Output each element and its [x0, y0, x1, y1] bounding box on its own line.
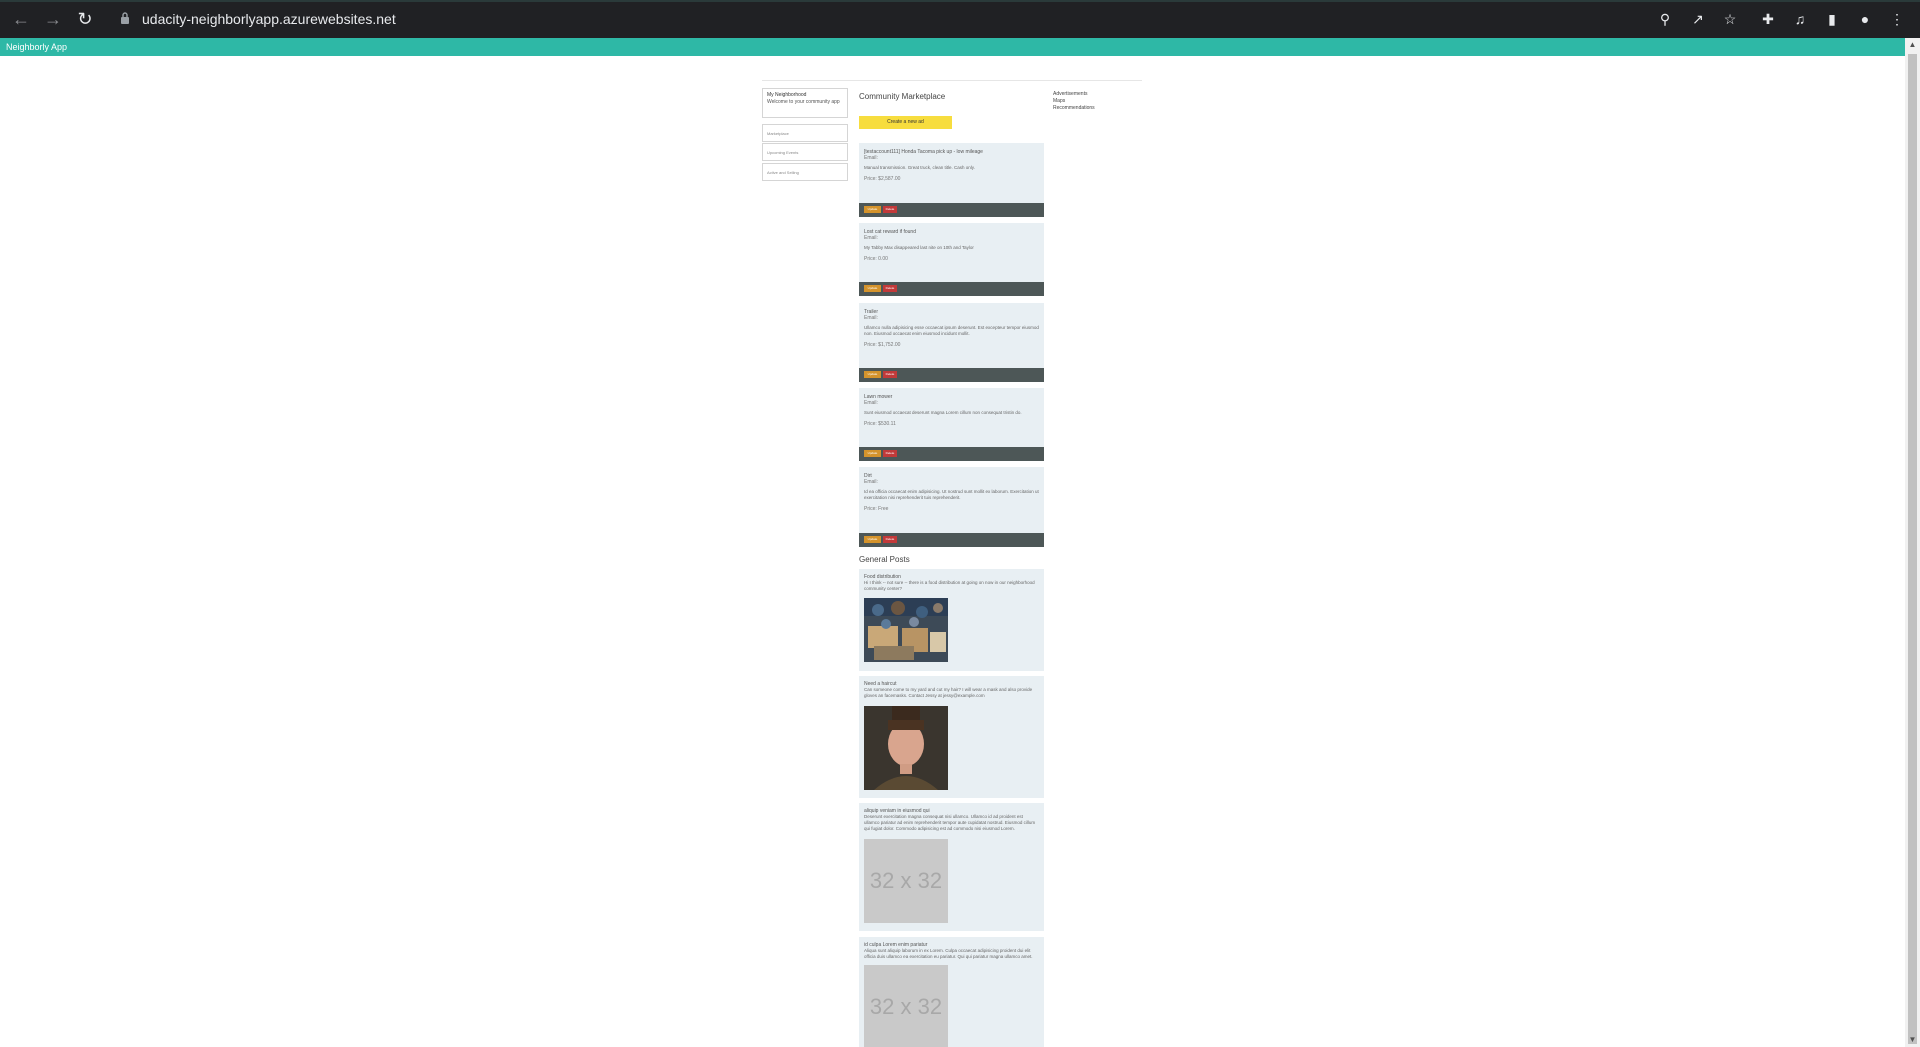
ad-price: Price: 0.00 — [864, 256, 888, 262]
ad-card: Lost cat reward if found Email: My Tabby… — [859, 223, 1044, 282]
page-content: My Neighborhood Welcome to your communit… — [0, 56, 1905, 1047]
main-column: Community Marketplace Create a new ad [t… — [859, 92, 1044, 1047]
back-icon[interactable]: ← — [10, 8, 32, 30]
delete-button[interactable]: Delete — [883, 206, 897, 213]
marketplace-title: Community Marketplace — [859, 92, 946, 101]
placeholder-image: 32 x 32 — [864, 839, 948, 923]
app-header: Neighborly App — [0, 38, 1905, 56]
ad-actions: Update Delete — [859, 282, 1044, 296]
lock-icon[interactable] — [120, 12, 130, 24]
side-panel-icon[interactable]: ▮ — [1822, 9, 1842, 29]
browser-top-edge — [0, 0, 1920, 2]
ad-card: Lawn mower Email: Sunt eiusmod occaecat … — [859, 388, 1044, 447]
ad-card: [testaccount111] Honda Tacoma pick up - … — [859, 143, 1044, 203]
scroll-down-icon[interactable]: ▼ — [1908, 1035, 1917, 1045]
star-icon[interactable]: ☆ — [1720, 9, 1740, 29]
sidebar-link-active-selling[interactable]: Active and Selling — [762, 163, 848, 181]
post-card: Food distribution Hi I think -- not sure… — [859, 569, 1044, 671]
update-button[interactable]: Update — [864, 285, 881, 292]
delete-button[interactable]: Delete — [883, 371, 897, 378]
ad-description: Sunt eiusmod occaecat deserunt magna Lor… — [864, 410, 1022, 415]
ad-description: Ullamco nulla adipisicing esse occaecat … — [864, 325, 1039, 336]
ad-price: Price: $1,752.00 — [864, 342, 901, 348]
maps-link[interactable]: Maps — [1053, 98, 1095, 105]
post-card: aliquip veniam in eiusmod qui Deserunt e… — [859, 803, 1044, 931]
placeholder-image: 32 x 32 — [864, 965, 948, 1047]
media-icon[interactable]: ♫ — [1790, 9, 1810, 29]
right-nav: Advertisements Maps Recommendations — [1053, 91, 1095, 112]
ad-email: Email: — [864, 479, 878, 485]
app-brand[interactable]: Neighborly App — [6, 41, 67, 53]
advertisements-link[interactable]: Advertisements — [1053, 91, 1095, 98]
reload-icon[interactable]: ↻ — [74, 8, 96, 30]
share-icon[interactable]: ↗ — [1688, 9, 1708, 29]
zoom-icon[interactable]: ⚲ — [1655, 9, 1675, 29]
top-divider — [762, 80, 1142, 81]
ad-price: Price: $2,587.00 — [864, 176, 901, 182]
update-button[interactable]: Update — [864, 371, 881, 378]
post-card: id culpa Lorem enim pariatur Aliqua sunt… — [859, 937, 1044, 1047]
delete-button[interactable]: Delete — [883, 285, 897, 292]
post-description: Can someone come to my yard and cut my h… — [864, 687, 1033, 698]
ad-card: Trailer Email: Ullamco nulla adipisicing… — [859, 303, 1044, 368]
scroll-up-icon[interactable]: ▲ — [1908, 40, 1917, 50]
haircut-portrait-photo — [864, 706, 948, 790]
neighborhood-card: My Neighborhood Welcome to your communit… — [762, 88, 848, 118]
profile-icon[interactable]: ● — [1855, 9, 1875, 29]
ad-email: Email: — [864, 400, 878, 406]
browser-toolbar: ← → ↻ udacity-neighborlyapp.azurewebsite… — [0, 0, 1920, 38]
food-distribution-photo — [864, 598, 948, 662]
ad-email: Email: — [864, 155, 878, 161]
ad-price: Price: Free — [864, 506, 889, 512]
neighborhood-subtitle: Welcome to your community app — [767, 99, 840, 105]
menu-icon[interactable]: ⋮ — [1887, 9, 1907, 29]
post-card: Need a haircut Can someone come to my ya… — [859, 676, 1044, 798]
ad-email: Email: — [864, 235, 878, 241]
delete-button[interactable]: Delete — [883, 450, 897, 457]
post-description: Hi I think -- not sure -- there is a foo… — [864, 580, 1035, 591]
recommendations-link[interactable]: Recommendations — [1053, 105, 1095, 112]
ad-description: Manual transmission. Great truck, clean … — [864, 165, 975, 170]
ad-actions: Update Delete — [859, 447, 1044, 461]
ad-actions: Update Delete — [859, 533, 1044, 547]
ad-description: My Tabby Max disappeared last nite on 10… — [864, 245, 974, 250]
create-ad-button[interactable]: Create a new ad — [859, 116, 952, 129]
page-scrollbar[interactable]: ▲ ▼ — [1905, 38, 1920, 1047]
update-button[interactable]: Update — [864, 536, 881, 543]
scroll-thumb[interactable] — [1908, 54, 1917, 1044]
ad-price: Price: $530.11 — [864, 421, 896, 427]
post-description: Deserunt exercitation magna consequat ni… — [864, 814, 1036, 831]
posts-title: General Posts — [859, 555, 910, 564]
sidebar-link-marketplace[interactable]: Marketplace — [762, 124, 848, 142]
delete-button[interactable]: Delete — [883, 536, 897, 543]
update-button[interactable]: Update — [864, 206, 881, 213]
ad-email: Email: — [864, 315, 878, 321]
ad-description: Id ea officia occaecat enim adipisicing.… — [864, 489, 1039, 500]
sidebar-link-upcoming-events[interactable]: Upcoming Events — [762, 143, 848, 161]
extensions-icon[interactable]: ✚ — [1758, 9, 1778, 29]
ad-card: Dirt Email: Id ea officia occaecat enim … — [859, 467, 1044, 533]
ad-actions: Update Delete — [859, 368, 1044, 382]
address-bar[interactable]: udacity-neighborlyapp.azurewebsites.net — [142, 10, 396, 28]
neighborhood-title: My Neighborhood — [767, 92, 807, 98]
forward-icon[interactable]: → — [42, 8, 64, 30]
update-button[interactable]: Update — [864, 450, 881, 457]
ad-actions: Update Delete — [859, 203, 1044, 217]
post-description: Aliqua sunt aliquip laborum in ex Lorem.… — [864, 948, 1033, 959]
